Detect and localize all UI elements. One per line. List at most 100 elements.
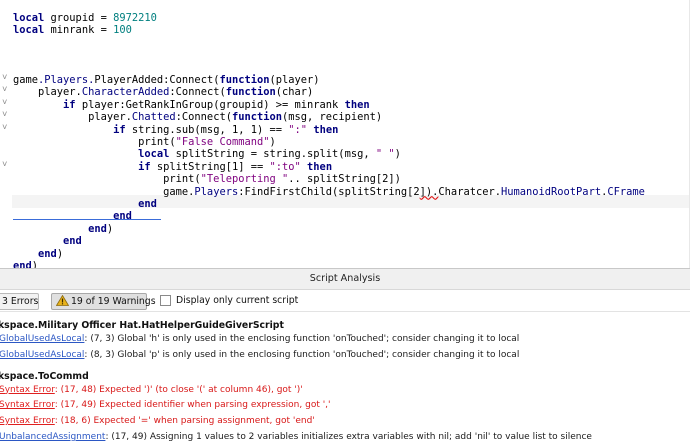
code-editor[interactable]: local groupid = 8972210 local minrank = 1… (0, 0, 690, 268)
code-line[interactable]: game.Players:FindFirstChild(splitString[… (13, 186, 645, 198)
code-line[interactable]: end) (13, 260, 38, 268)
code-token: then (313, 123, 339, 136)
code-token: .Players. (38, 74, 95, 86)
code-token: print( (13, 136, 176, 148)
code-line[interactable]: player.Chatted:Connect(function(msg, rec… (13, 111, 382, 123)
diagnostic-code-link[interactable]: GlobalUsedAsLocal (0, 350, 84, 360)
fold-chevron-icon[interactable]: ˅ (2, 98, 7, 108)
diagnostic-group-header: kspace.Military Officer Hat.HatHelperGui… (0, 320, 284, 331)
errors-filter-button[interactable]: 3 Errors (0, 293, 39, 310)
code-token: end (113, 210, 132, 223)
only-current-script-label: Display only current script (176, 295, 299, 306)
diagnostic-row[interactable]: Syntax Error: (17, 48) Expected ')' (to … (0, 384, 303, 396)
panel-title: Script Analysis (309, 273, 381, 284)
code-token: local (13, 12, 45, 24)
code-token: " " (375, 148, 395, 161)
code-token: "False Command" (175, 136, 270, 148)
fold-chevron-icon[interactable]: ˅ (2, 110, 7, 120)
warnings-filter-button[interactable]: 19 of 19 Warnings (51, 293, 156, 310)
fold-chevron-icon[interactable]: ˅ (2, 123, 7, 133)
code-line[interactable]: end) (13, 248, 63, 260)
code-line[interactable]: if player:GetRankInGroup(groupid) >= min… (13, 99, 370, 111)
code-line[interactable]: player.CharacterAdded:Connect(function(c… (13, 86, 313, 98)
code-line[interactable]: end (13, 198, 157, 210)
code-token: Chatted (131, 111, 176, 124)
code-token: then (344, 98, 370, 111)
code-token: function (225, 86, 276, 99)
code-line[interactable]: end) (13, 223, 113, 235)
fold-chevron-icon[interactable]: ˅ (2, 160, 7, 170)
code-token: PlayerAdded:Connect( (94, 74, 220, 86)
diagnostic-code-link[interactable]: Syntax Error (0, 400, 55, 410)
code-token: then (307, 160, 333, 173)
code-token: player. (13, 111, 132, 124)
code-line[interactable]: end (13, 235, 82, 247)
code-token: player:GetRankInGroup(groupid) >= minran… (75, 98, 345, 111)
code-token: ":" (288, 123, 308, 136)
code-token: :Connect( (169, 86, 226, 99)
diagnostic-row[interactable]: GlobalUsedAsLocal: (8, 3) Global 'p' is … (0, 349, 519, 361)
code-token: end (88, 222, 107, 235)
fold-chevron-icon[interactable]: ˅ (2, 73, 7, 83)
code-token: player. (13, 86, 82, 99)
code-line[interactable]: game.Players.PlayerAdded:Connect(functio… (13, 74, 320, 86)
code-token: ) (106, 222, 114, 235)
code-token: Players (194, 185, 239, 198)
diagnostic-row[interactable]: UnbalancedAssignment: (17, 49) Assigning… (0, 431, 592, 442)
analysis-toolbar: 3 Errors 19 of 19 Warnings Display only … (0, 290, 690, 312)
code-line[interactable]: local splitString = string.split(msg, " … (13, 148, 401, 160)
code-token: CFrame (607, 185, 645, 198)
code-token: ) (56, 247, 64, 260)
code-line[interactable]: if splitString[1] == ":to" then (13, 161, 332, 173)
code-token: ) (394, 148, 401, 161)
diagnostic-group-header: kspace.ToCommd (0, 370, 89, 382)
error-underline (13, 219, 161, 220)
code-token: if (138, 160, 151, 173)
code-token: local (138, 148, 170, 161)
code-token: splitString[1] == (150, 160, 270, 173)
code-token: (msg, recipient) (282, 111, 383, 124)
code-token: end (38, 247, 57, 260)
diagnostic-message: : (17, 49) Assigning 1 values to 2 varia… (105, 432, 592, 442)
script-analysis-panel: Script Analysis 3 Errors 19 of 19 Warnin… (0, 268, 690, 442)
diagnostic-message: : (18, 6) Expected '=' when parsing assi… (54, 416, 315, 427)
code-token: 100 (113, 24, 132, 37)
code-token: :FindFirstChild(splitString[2 (238, 185, 420, 198)
diagnostic-message: : (7, 3) Global 'h' is only used in the … (84, 334, 520, 344)
code-token: ) (31, 260, 39, 268)
code-token: :Connect( (175, 111, 232, 124)
fold-chevron-icon[interactable]: ˅ (2, 85, 7, 95)
diagnostic-message: : (17, 48) Expected ')' (to close '(' at… (54, 384, 303, 395)
code-line[interactable]: end (13, 210, 132, 222)
code-line[interactable]: local minrank = 100 (13, 24, 132, 36)
code-token: game. (13, 185, 195, 198)
code-line[interactable]: print("False Command") (13, 136, 276, 148)
code-line[interactable]: local groupid = 8972210 (13, 12, 157, 24)
only-current-script-checkbox[interactable] (160, 295, 171, 306)
code-line[interactable]: if string.sub(msg, 1, 1) == ":" then (13, 124, 338, 136)
code-token: function (231, 111, 283, 124)
code-token: end (63, 235, 82, 248)
diagnostic-code-link[interactable]: UnbalancedAssignment (0, 432, 105, 442)
code-line[interactable]: print("Teleporting ".. splitString[2]) (13, 173, 401, 185)
panel-title-bar: Script Analysis (0, 268, 690, 290)
code-token: 8972210 (113, 12, 157, 24)
code-token: if (63, 98, 76, 111)
diagnostic-code-link[interactable]: Syntax Error (0, 385, 55, 395)
diagnostic-row[interactable]: Syntax Error: (18, 6) Expected '=' when … (0, 415, 315, 427)
code-token: end (138, 198, 157, 210)
code-token: "Teleporting " (200, 173, 289, 186)
diagnostic-code-link[interactable]: Syntax Error (0, 416, 55, 426)
diagnostic-code-link[interactable]: GlobalUsedAsLocal (0, 334, 84, 344)
diagnostic-row[interactable]: Syntax Error: (17, 49) Expected identifi… (0, 399, 331, 411)
diagnostic-row[interactable]: GlobalUsedAsLocal: (7, 3) Global 'h' is … (0, 333, 519, 345)
code-token: string.sub(msg, 1, 1) == (125, 123, 289, 136)
code-token: HumanoidRootPart (500, 185, 602, 198)
errors-button-label: 3 Errors (2, 296, 39, 307)
